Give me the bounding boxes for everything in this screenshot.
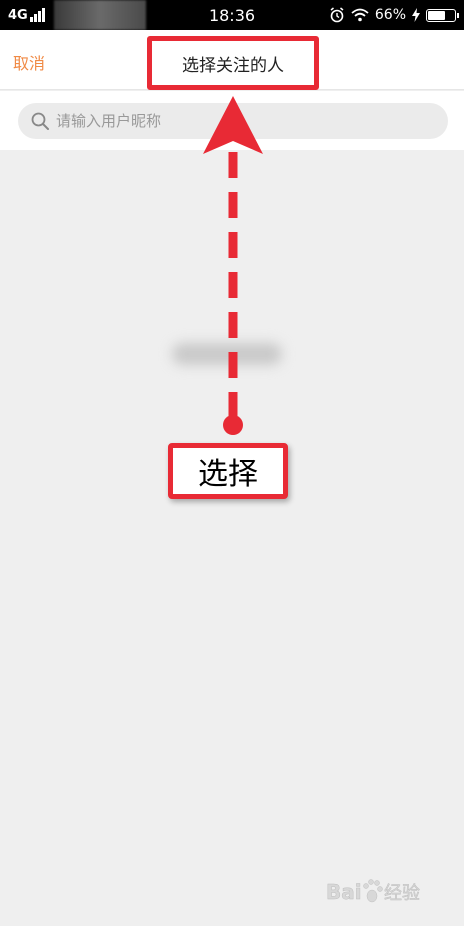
svg-text:Bai: Bai: [326, 880, 362, 904]
status-bar: 4G 18:36 66%: [0, 0, 464, 30]
wifi-icon: [351, 8, 369, 22]
blurred-content: [172, 343, 282, 365]
status-right: 66%: [329, 7, 459, 23]
search-field[interactable]: [18, 103, 448, 139]
search-icon: [31, 112, 49, 130]
battery-level: [428, 10, 445, 20]
page-title: 选择关注的人: [182, 55, 284, 76]
watermark: Bai 经验: [324, 872, 444, 912]
charging-bolt-icon: [412, 8, 420, 22]
svg-text:经验: 经验: [384, 883, 420, 904]
annotation-label-box: 选择: [168, 443, 288, 499]
cancel-button[interactable]: 取消: [13, 50, 45, 74]
alarm-icon: [330, 7, 344, 23]
baidu-logo: Bai 经验: [326, 879, 420, 904]
search-input[interactable]: [56, 103, 436, 139]
battery-percent: 66%: [374, 7, 406, 23]
nav-bar: 取消 选择关注的人: [0, 30, 464, 90]
title-highlight-box: 选择关注的人: [147, 36, 319, 90]
battery-icon: [426, 8, 459, 22]
annotation-label: 选择: [198, 457, 258, 492]
search-bar: [0, 91, 464, 150]
